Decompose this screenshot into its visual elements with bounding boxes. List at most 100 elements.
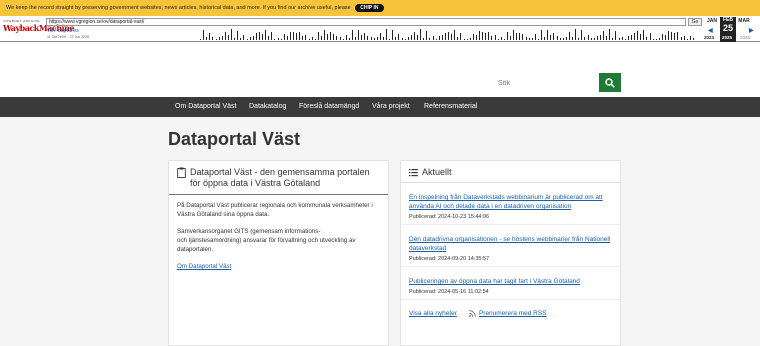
histogram-bar (417, 35, 418, 40)
histogram-bar (293, 32, 294, 40)
histogram-bar (389, 39, 391, 40)
histogram-bar (348, 38, 350, 40)
histogram-bar (500, 37, 502, 40)
histogram-bar (314, 39, 316, 40)
search-input[interactable] (494, 74, 598, 92)
search-button[interactable] (599, 73, 621, 92)
month-prev[interactable]: JAN (704, 18, 720, 24)
nav-item-referensmaterial[interactable]: Referensmaterial (424, 97, 477, 117)
histogram-bar (268, 36, 270, 40)
histogram-bar (522, 34, 524, 40)
histogram-bar (227, 35, 229, 40)
histogram-bar (265, 30, 267, 40)
histogram-bar (451, 34, 453, 40)
histogram-bar (441, 35, 443, 40)
histogram-bar (671, 32, 673, 40)
histogram-bar (572, 37, 573, 40)
intro-card-header: Dataportal Väst - den gemensamma portale… (169, 161, 388, 195)
intro-paragraph-2-line1: Samverkansorganet GITS (gemensam informa… (177, 228, 321, 235)
intro-card-title: Dataportal Väst - den gemensamma portale… (190, 167, 370, 188)
histogram-bar (342, 39, 344, 40)
histogram-bar (231, 29, 232, 40)
histogram-bar (339, 37, 341, 40)
histogram-bar (550, 35, 552, 40)
news-item-link[interactable]: Publiceringen av öppna data har tagit fa… (409, 277, 612, 286)
nav-item-vara-projekt[interactable]: Våra projekt (372, 97, 410, 117)
histogram-bar (361, 35, 363, 40)
nav-item-foresla-datamangd[interactable]: Föreslå datamängd (299, 97, 359, 117)
month-next[interactable]: MAR (736, 18, 752, 24)
histogram-bar (596, 36, 598, 40)
captures-link[interactable]: 787 captures (47, 28, 79, 34)
histogram-bar (689, 36, 691, 40)
nav-item-datakatalog[interactable]: Datakatalog (249, 97, 286, 117)
histogram-bar (547, 30, 549, 40)
histogram-bar (209, 33, 211, 40)
histogram-bar (448, 32, 449, 40)
histogram-bar (317, 32, 319, 40)
histogram-bar (655, 39, 657, 40)
histogram-bar (404, 39, 406, 40)
news-card: Aktuellt En Inspelning från Dataverkstad… (400, 160, 621, 346)
rss-subscribe[interactable]: Prenumerera med RSS (469, 310, 547, 317)
histogram-bar (299, 32, 301, 40)
intro-card-body: På Dataportal Väst publicerar regionala … (169, 195, 388, 277)
histogram-bar (234, 38, 236, 40)
prev-arrow-icon[interactable]: ◀ (708, 27, 713, 34)
histogram-bar (333, 34, 335, 40)
histogram-bar (330, 32, 332, 40)
histogram-bar (336, 36, 338, 40)
histogram-bar (345, 35, 347, 40)
histogram-bar (305, 35, 307, 40)
wayback-donation-banner: We keep the record straight by preservin… (0, 0, 760, 16)
histogram-bar (584, 37, 586, 40)
histogram-bar (221, 36, 223, 40)
histogram-bar (401, 38, 403, 40)
histogram-bar (240, 38, 242, 40)
histogram-bar (460, 33, 462, 40)
histogram-bar (497, 39, 499, 40)
histogram-bar (541, 30, 542, 40)
year-prev[interactable]: 2023 (704, 35, 714, 40)
news-item-date: Publicerad: 2024-10-23 15:44:06 (409, 214, 490, 220)
histogram-bar (367, 36, 369, 40)
about-link[interactable]: Om Dataportal Väst (177, 263, 231, 270)
wayback-url-input[interactable]: https://www.vgregion.se/ov/dataportal-va… (46, 18, 686, 26)
chip-in-button[interactable]: CHIP IN (355, 3, 384, 12)
histogram-bar (482, 32, 484, 40)
histogram-bar (420, 29, 422, 40)
histogram-bar (423, 38, 425, 40)
news-item-link[interactable]: En Inspelning från Dataverkstads webbina… (409, 193, 612, 211)
capture-histogram[interactable] (200, 28, 700, 40)
histogram-bar (271, 32, 273, 40)
histogram-bar (506, 32, 508, 40)
next-arrow-icon[interactable]: ▶ (749, 27, 754, 34)
nav-item-om-dataportal[interactable]: Om Dataportal Väst (175, 97, 236, 117)
histogram-bar (578, 38, 580, 40)
wayback-machine-label: WaybackMachine (3, 23, 74, 33)
histogram-bar (475, 35, 477, 40)
current-day: 25 (722, 23, 733, 33)
histogram-bar (249, 37, 251, 40)
wayback-go-button[interactable]: Go (688, 18, 702, 26)
wayback-logo[interactable]: INTERNET ARCHIVE WaybackMachine (3, 19, 74, 37)
histogram-bar (537, 39, 539, 40)
histogram-bar (606, 36, 608, 40)
page-title: Dataportal Väst (168, 129, 301, 149)
year-next[interactable]: 2026 (740, 35, 750, 40)
histogram-bar (643, 30, 645, 40)
histogram-bar (454, 30, 456, 40)
histogram-bar (246, 39, 248, 40)
rss-link[interactable]: Prenumerera med RSS (479, 310, 547, 317)
see-all-news-link[interactable]: Visa alla nyheter (409, 310, 457, 317)
histogram-bar (519, 33, 521, 40)
histogram-bar (603, 31, 604, 40)
histogram-bar (351, 30, 353, 40)
histogram-bar (413, 32, 415, 40)
histogram-bar (593, 38, 595, 40)
histogram-bar (429, 38, 431, 40)
histogram-bar (206, 37, 208, 40)
histogram-bar (224, 32, 226, 40)
histogram-bar (286, 36, 288, 40)
news-item-link[interactable]: Den datadrivna organisationen - se höste… (409, 235, 612, 253)
